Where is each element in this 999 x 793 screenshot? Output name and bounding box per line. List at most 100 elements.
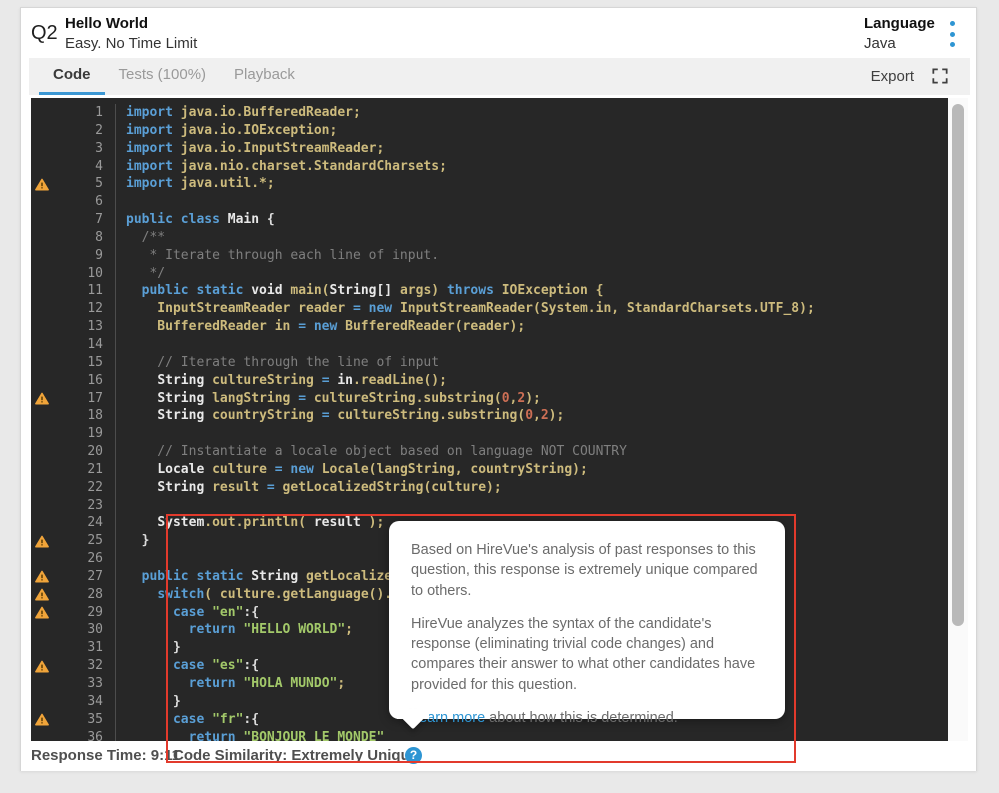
tab-playback[interactable]: Playback xyxy=(220,58,309,95)
question-title-block: Hello World Easy. No Time Limit xyxy=(65,15,197,52)
tooltip-paragraph-2: HireVue analyzes the syntax of the candi… xyxy=(411,614,763,695)
line-number: 3 xyxy=(53,140,116,158)
code-line: 12 InputStreamReader reader = new InputS… xyxy=(31,300,948,318)
warning-icon-cell[interactable] xyxy=(31,175,53,193)
code-text: import java.io.InputStreamReader; xyxy=(116,140,384,158)
line-number: 11 xyxy=(53,282,116,300)
code-text: } xyxy=(116,532,149,550)
code-text: String langString = cultureString.substr… xyxy=(116,390,541,408)
code-line: 14 xyxy=(31,336,948,354)
warning-triangle-icon xyxy=(35,606,49,619)
code-text: } xyxy=(116,639,181,657)
kebab-dot xyxy=(950,32,955,37)
kebab-dot xyxy=(950,21,955,26)
tab-tests[interactable]: Tests (100%) xyxy=(105,58,221,95)
code-text: case "en":{ xyxy=(116,604,259,622)
warning-icon-cell[interactable] xyxy=(31,586,53,604)
code-text: /** xyxy=(116,229,165,247)
warning-icon-cell[interactable] xyxy=(31,604,53,622)
tooltip-paragraph-1: Based on HireVue's analysis of past resp… xyxy=(411,540,763,601)
tooltip-paragraph-3: Learn more about how this is determined. xyxy=(411,708,763,728)
gutter-icon-cell xyxy=(31,675,53,693)
line-number: 33 xyxy=(53,675,116,693)
question-subtitle: Easy. No Time Limit xyxy=(65,35,197,52)
code-line: 18 String countryString = cultureString.… xyxy=(31,407,948,425)
gutter-icon-cell xyxy=(31,229,53,247)
line-number: 9 xyxy=(53,247,116,265)
code-text: import java.nio.charset.StandardCharsets… xyxy=(116,158,447,176)
kebab-menu-icon[interactable] xyxy=(946,21,958,47)
code-text: public class Main { xyxy=(116,211,275,229)
warning-icon-cell[interactable] xyxy=(31,657,53,675)
status-bar: Response Time: 9:11 Code Similarity: Ext… xyxy=(21,741,976,771)
gutter-icon-cell xyxy=(31,621,53,639)
gutter-icon-cell xyxy=(31,443,53,461)
warning-icon-cell[interactable] xyxy=(31,532,53,550)
line-number: 6 xyxy=(53,193,116,211)
warning-triangle-icon xyxy=(35,392,49,405)
code-text: return "BONJOUR LE MONDE" xyxy=(116,729,384,741)
editor-scrollbar-track[interactable] xyxy=(948,98,968,741)
line-number: 1 xyxy=(53,104,116,122)
gutter-icon-cell xyxy=(31,407,53,425)
code-text: } xyxy=(116,693,181,711)
line-number: 13 xyxy=(53,318,116,336)
language-block: Language Java xyxy=(864,15,935,52)
code-line: 2import java.io.IOException; xyxy=(31,122,948,140)
code-text: String countryString = cultureString.sub… xyxy=(116,407,564,425)
code-line: 10 */ xyxy=(31,265,948,283)
gutter-icon-cell xyxy=(31,729,53,741)
export-button[interactable]: Export xyxy=(871,58,914,95)
warning-icon-cell[interactable] xyxy=(31,390,53,408)
code-text: case "fr":{ xyxy=(116,711,259,729)
line-number: 35 xyxy=(53,711,116,729)
code-text: case "es":{ xyxy=(116,657,259,675)
line-number: 22 xyxy=(53,479,116,497)
line-number: 25 xyxy=(53,532,116,550)
line-number: 19 xyxy=(53,425,116,443)
line-number: 27 xyxy=(53,568,116,586)
code-line: 23 xyxy=(31,497,948,515)
question-title: Hello World xyxy=(65,15,197,32)
gutter-icon-cell xyxy=(31,265,53,283)
line-number: 10 xyxy=(53,265,116,283)
gutter-icon-cell xyxy=(31,318,53,336)
code-line: 4import java.nio.charset.StandardCharset… xyxy=(31,158,948,176)
code-text: // Iterate through the line of input xyxy=(116,354,439,372)
gutter-icon-cell xyxy=(31,122,53,140)
warning-icon-cell[interactable] xyxy=(31,568,53,586)
editor-scrollbar-thumb[interactable] xyxy=(952,104,964,626)
fullscreen-icon[interactable] xyxy=(932,68,948,84)
line-number: 23 xyxy=(53,497,116,515)
line-number: 5 xyxy=(53,175,116,193)
warning-icon-cell[interactable] xyxy=(31,711,53,729)
code-text: */ xyxy=(116,265,165,283)
line-number: 18 xyxy=(53,407,116,425)
question-circle-icon[interactable]: ? xyxy=(405,747,422,764)
gutter-icon-cell xyxy=(31,372,53,390)
line-number: 14 xyxy=(53,336,116,354)
gutter-icon-cell xyxy=(31,193,53,211)
code-text: public static String getLocalize xyxy=(116,568,392,586)
code-line: 9 * Iterate through each line of input. xyxy=(31,247,948,265)
line-number: 26 xyxy=(53,550,116,568)
gutter-icon-cell xyxy=(31,514,53,532)
line-number: 12 xyxy=(53,300,116,318)
code-text: public static void main(String[] args) t… xyxy=(116,282,603,300)
code-text: return "HOLA MUNDO"; xyxy=(116,675,345,693)
language-value: Java xyxy=(864,35,935,52)
gutter-icon-cell xyxy=(31,282,53,300)
code-line: 20 // Instantiate a locale object based … xyxy=(31,443,948,461)
line-number: 30 xyxy=(53,621,116,639)
gutter-icon-cell xyxy=(31,550,53,568)
tab-code[interactable]: Code xyxy=(39,58,105,95)
warning-triangle-icon xyxy=(35,713,49,726)
code-line: 19 xyxy=(31,425,948,443)
line-number: 4 xyxy=(53,158,116,176)
code-line: 36 return "BONJOUR LE MONDE" xyxy=(31,729,948,741)
code-line: 15 // Iterate through the line of input xyxy=(31,354,948,372)
code-text: // Instantiate a locale object based on … xyxy=(116,443,627,461)
code-text: Locale culture = new Locale(langString, … xyxy=(116,461,588,479)
code-line: 16 String cultureString = in.readLine(); xyxy=(31,372,948,390)
line-number: 20 xyxy=(53,443,116,461)
